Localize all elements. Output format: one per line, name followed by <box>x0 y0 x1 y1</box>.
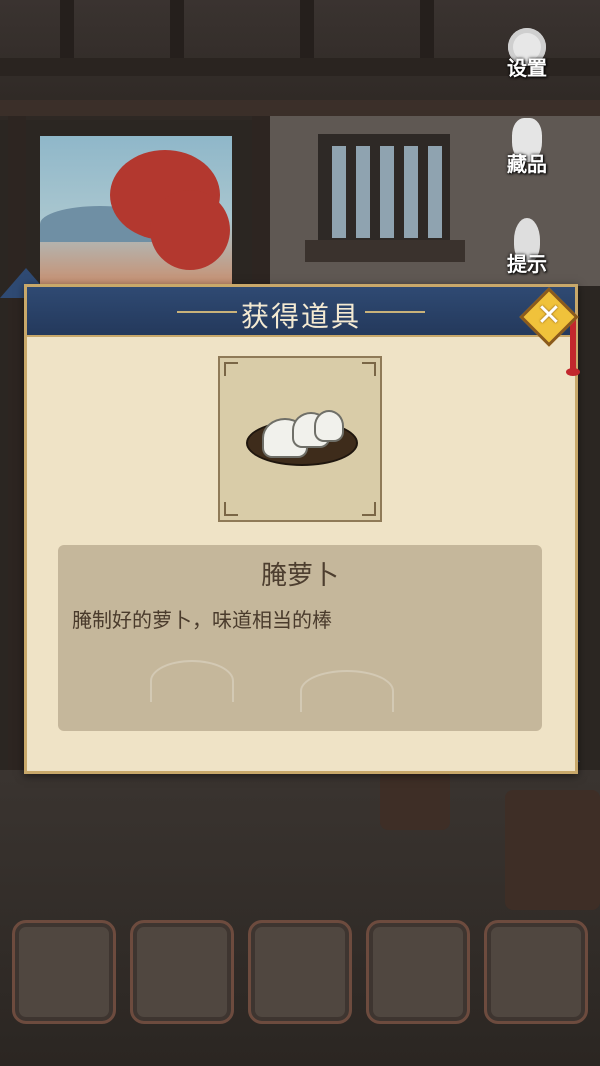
ceiling-beam <box>0 100 600 116</box>
tassel-end <box>566 368 580 376</box>
window-bar <box>428 146 442 238</box>
inventory-slot[interactable] <box>12 920 116 1024</box>
collection-label: 藏品 <box>507 152 547 176</box>
item-name: 腌萝卜 <box>260 561 339 591</box>
rafter <box>300 0 314 60</box>
frame-corner <box>362 502 376 516</box>
hint-label: 提示 <box>507 252 547 276</box>
window-bar <box>404 146 418 238</box>
inventory-slot[interactable] <box>130 920 234 1024</box>
collection-button[interactable]: 藏品 <box>498 118 556 177</box>
dialog-title: 获得道具 <box>240 300 361 333</box>
barrel <box>380 770 450 830</box>
item-description: 腌制好的萝卜，味道相当的棒 <box>72 608 332 632</box>
wave-pattern <box>300 670 394 712</box>
settings-button[interactable]: 设置 <box>498 28 556 81</box>
close-icon[interactable]: ✕ <box>528 294 570 336</box>
barrel <box>505 790 600 910</box>
rafter <box>420 0 434 60</box>
dialog-header: 获得道具 <box>27 287 575 337</box>
settings-label: 设置 <box>507 56 547 80</box>
inventory-slot[interactable] <box>366 920 470 1024</box>
tassel <box>570 320 576 370</box>
frame-corner <box>224 362 238 376</box>
frame-corner <box>224 502 238 516</box>
rafter <box>60 0 74 60</box>
frame-corner <box>362 362 376 376</box>
maple-tree <box>150 190 230 270</box>
window-bar <box>356 146 370 238</box>
wave-pattern <box>150 660 234 702</box>
window-bar <box>380 146 394 238</box>
inventory-slot[interactable] <box>248 920 352 1024</box>
window-bar <box>332 146 346 238</box>
hint-button[interactable]: 提示 <box>498 218 556 277</box>
inventory-slot[interactable] <box>484 920 588 1024</box>
rafter <box>170 0 184 60</box>
window-sill <box>305 240 465 262</box>
wooden-post <box>252 116 270 286</box>
